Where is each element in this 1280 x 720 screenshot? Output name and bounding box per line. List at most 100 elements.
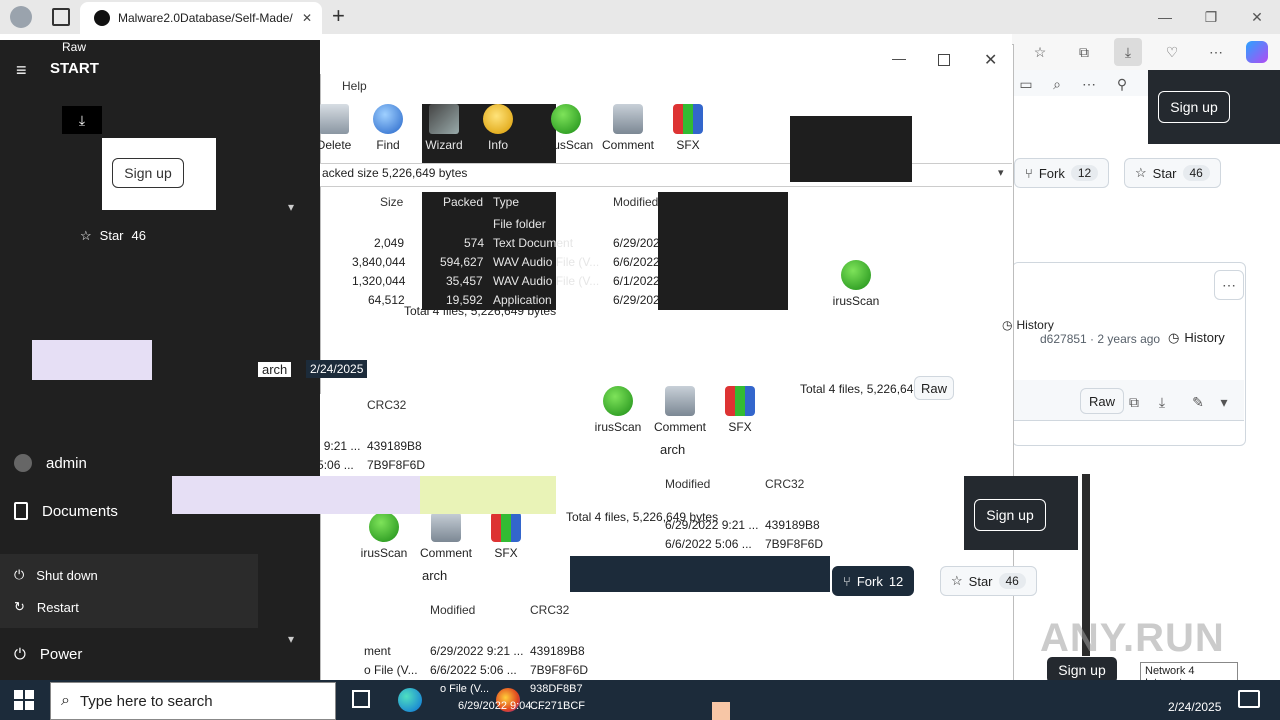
- fork-label: Fork: [1038, 165, 1065, 181]
- ghost-star-label: Star: [968, 573, 993, 589]
- ellipsis-menu-icon[interactable]: ⋯: [1214, 270, 1244, 300]
- comment-icon: [431, 512, 461, 542]
- task-view-icon[interactable]: [352, 690, 370, 708]
- archive-close-button[interactable]: ✕: [984, 50, 997, 70]
- chevron-down-icon[interactable]: ▾: [1210, 388, 1238, 416]
- new-tab-button[interactable]: +: [332, 3, 345, 29]
- row-0-type: File folder: [493, 217, 546, 231]
- star-count: 46: [1182, 165, 1210, 181]
- tab-actions-icon[interactable]: [52, 8, 70, 26]
- ghost-search-1: arch: [660, 442, 686, 457]
- ellipsis-icon[interactable]: ⋯: [1075, 70, 1103, 98]
- ghost-raw-button: Raw: [914, 376, 955, 400]
- notification-icon[interactable]: [1238, 690, 1260, 708]
- search-icon[interactable]: ⌕: [1043, 70, 1071, 98]
- folder-icon[interactable]: ▭: [1012, 70, 1040, 98]
- start-ghost-lime: [420, 476, 556, 514]
- browser-essentials-icon[interactable]: ♡: [1158, 38, 1186, 66]
- lower3-row-1: ment: [364, 644, 391, 658]
- restore-window-button[interactable]: ❐: [1188, 0, 1234, 34]
- ghost-comment-label-3: Comment: [419, 546, 472, 560]
- power-icon: ⏻: [14, 646, 26, 663]
- minimize-window-button[interactable]: —: [1142, 0, 1188, 34]
- row-1-packed: 574: [464, 236, 485, 250]
- history-link[interactable]: ◷ History: [1168, 330, 1225, 346]
- download-icon[interactable]: ⤓: [1148, 388, 1176, 416]
- start-chevron-down-icon[interactable]: ▾: [288, 632, 294, 646]
- taskbar-ghost-file-text: o File (V...: [440, 683, 490, 695]
- history-icon: ◷: [1002, 318, 1013, 332]
- commit-hash: d627851 · 2 years ago: [1040, 332, 1161, 346]
- edge-taskbar-icon[interactable]: [398, 688, 422, 712]
- taskbar-date[interactable]: 2/24/2025: [1168, 700, 1221, 714]
- archive-maximize-icon[interactable]: [938, 54, 950, 66]
- fork-count: 12: [1070, 165, 1099, 181]
- start-menu-hamburger-icon[interactable]: ≡: [16, 60, 27, 81]
- sfx-icon: [673, 104, 703, 134]
- close-window-button[interactable]: ✕: [1234, 0, 1280, 34]
- start-item-restart[interactable]: ↻ Restart: [14, 599, 79, 615]
- lower3-row-1-mod: 6/29/2022 9:21 ...: [430, 644, 524, 658]
- copy-icon[interactable]: ⧉: [1120, 388, 1148, 416]
- toolbar-wizard[interactable]: Wizard: [414, 104, 474, 152]
- ghost-comment-3: Comment: [416, 512, 476, 560]
- fork-button[interactable]: ⑂ Fork 12: [1014, 158, 1110, 188]
- sfx-icon: [491, 512, 521, 542]
- lower3-row-2-mod: 6/6/2022 5:06 ...: [430, 663, 517, 677]
- toolbar-find[interactable]: Find: [358, 104, 418, 152]
- row-2-size: 3,840,044: [352, 255, 406, 269]
- more-options-icon[interactable]: ⋯: [1202, 38, 1230, 66]
- collections-icon[interactable]: ⧉: [1070, 38, 1098, 66]
- taskbar-orange-app-icon[interactable]: [712, 702, 730, 720]
- sign-up-button[interactable]: Sign up: [1158, 91, 1230, 123]
- ghost-history: ◷ History: [1002, 318, 1054, 332]
- column-packed[interactable]: Packed: [443, 195, 483, 209]
- raw-label: Raw: [1089, 393, 1116, 409]
- lower2-row-2-crc: 7B9F8F6D: [765, 537, 824, 551]
- raw-button[interactable]: Raw: [1080, 388, 1125, 414]
- favorites-icon[interactable]: ☆: [1026, 38, 1054, 66]
- downloads-icon[interactable]: ⤓: [1114, 38, 1142, 66]
- ghost-comment-2: Comment: [650, 386, 710, 434]
- taskbar-search-box[interactable]: ⌕ Type here to search: [50, 682, 336, 720]
- start-restart-label: Restart: [36, 599, 79, 615]
- column-type[interactable]: Type: [493, 195, 519, 209]
- start-user-label: admin: [46, 454, 87, 472]
- profile-icon[interactable]: [10, 6, 32, 28]
- menu-help[interactable]: Help: [342, 79, 367, 93]
- start-item-documents[interactable]: Documents: [14, 502, 118, 520]
- lower2-row-1-mod: 6/29/2022 9:21 ...: [665, 518, 759, 532]
- archive-minimize-button[interactable]: —: [892, 50, 906, 66]
- windows-start-icon[interactable]: [14, 690, 34, 710]
- start-item-user[interactable]: admin: [14, 454, 87, 472]
- copilot-icon[interactable]: [1246, 41, 1268, 63]
- wizard-label: Wizard: [425, 138, 463, 152]
- browser-tab-active[interactable]: Malware2.0Database/Self-Made/ ✕: [80, 2, 322, 34]
- fork-icon: ⑂: [843, 573, 851, 589]
- start-item-power[interactable]: ⏻ Power: [14, 646, 82, 663]
- toolbar-info[interactable]: Info: [468, 104, 528, 152]
- ghost-scan-label-1: irusScan: [832, 294, 880, 308]
- archive-titlebar: [320, 44, 1012, 74]
- taskbar-search-placeholder: Type here to search: [79, 692, 213, 710]
- row-1-size: 2,049: [374, 236, 405, 250]
- start-ghost-star-label: Star: [99, 228, 124, 243]
- fork-icon: ⑂: [1025, 165, 1033, 181]
- pin-icon[interactable]: ⚲: [1108, 70, 1136, 98]
- star-icon: ☆: [951, 573, 963, 588]
- path-dropdown-icon[interactable]: ▾: [998, 166, 1004, 179]
- ghost-fork-label: Fork: [856, 573, 883, 589]
- ghost-virusscan-3: irusScan: [354, 512, 414, 560]
- start-chevron-down-icon-2[interactable]: ▾: [288, 200, 294, 214]
- close-tab-icon[interactable]: ✕: [302, 11, 312, 25]
- tab-title: Malware2.0Database/Self-Made/: [118, 11, 293, 25]
- edit-icon[interactable]: ✎: [1184, 388, 1212, 416]
- star-button[interactable]: ☆ Star 46: [1124, 158, 1221, 188]
- column-size[interactable]: Size: [380, 195, 403, 209]
- start-ghost-date: 2/24/2025: [306, 360, 368, 378]
- toolbar-sfx[interactable]: SFX: [658, 104, 718, 152]
- start-item-shutdown[interactable]: ⏻ Shut down: [14, 567, 98, 583]
- ghost-sfx-label-2: SFX: [728, 420, 752, 434]
- lower3-row-2-crc: 7B9F8F6D: [530, 663, 589, 677]
- commit-age-text: 2 years ago: [1097, 332, 1161, 346]
